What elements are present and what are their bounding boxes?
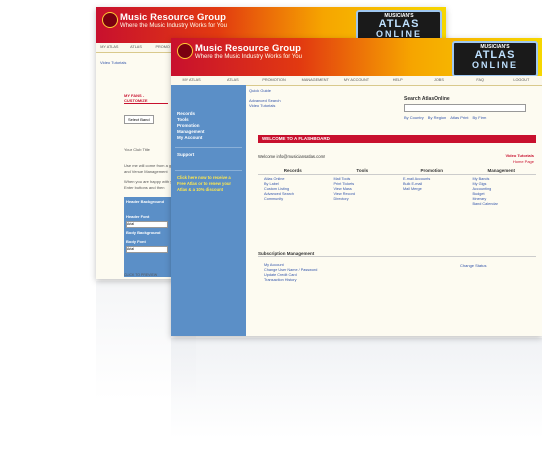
back-brand-name: Music Resource Group	[120, 12, 226, 23]
video-tutorials-header-link[interactable]: Video Tutorials	[505, 153, 534, 158]
quick-guide-link[interactable]: Quick Guide	[249, 88, 271, 93]
change-status-link[interactable]: Change Status	[460, 263, 486, 268]
back-nav-item[interactable]: MY ATLAS	[96, 43, 123, 52]
nav-item[interactable]: MANAGEMENT	[295, 76, 336, 85]
column-link[interactable]: Directory	[328, 197, 398, 202]
back-search-label: Your Club Title	[124, 147, 150, 152]
column-tools: Tools Mail Tools Print Tickets View Mass…	[327, 168, 398, 207]
search-option[interactable]: By Region	[428, 115, 446, 120]
column-title: Tools	[327, 168, 397, 175]
search-options: By Country By Region Atlas Print By Firm	[404, 115, 486, 120]
column-title: Management	[466, 168, 536, 175]
nav-item[interactable]: LOGOUT	[501, 76, 542, 85]
panel-label: Header Background	[126, 199, 165, 204]
back-video-link[interactable]: Video Tutorials	[100, 60, 126, 65]
nav-item[interactable]: MY ATLAS	[171, 76, 212, 85]
back-nav-item[interactable]: ATLAS	[123, 43, 150, 52]
front-header: Music Resource Group Where the Music Ind…	[171, 38, 542, 77]
welcome-banner: WELCOME TO A FLASHBOARD	[258, 135, 536, 143]
search-label: Search AtlasOnline	[404, 96, 450, 102]
nav-item[interactable]: MY ACCOUNT	[336, 76, 377, 85]
column-management: Management My Bands My Gigs Accounting B…	[466, 168, 537, 207]
front-sidebar: Records Tools Promotion Management My Ac…	[171, 85, 246, 336]
column-title: Promotion	[397, 168, 467, 175]
back-body-text-3: When you are happy with your	[124, 179, 179, 184]
nav-item[interactable]: PROMOTION	[253, 76, 294, 85]
nav-item[interactable]: FAQ	[460, 76, 501, 85]
panel-field[interactable]: Arial	[126, 221, 168, 228]
column-link[interactable]: Community	[258, 197, 328, 202]
back-select-button[interactable]: Select Band	[124, 115, 154, 124]
back-footer-1[interactable]: CLICK TO PREVIEW	[124, 273, 157, 277]
welcome-email: Welcome info@musiciansatlas.com!	[258, 154, 326, 159]
panel-field[interactable]: Arial	[126, 246, 168, 253]
column-promotion: Promotion E-mail Accounts Bulk E-mail Ma…	[397, 168, 467, 207]
search-input[interactable]	[404, 104, 526, 112]
reflection-front	[171, 338, 542, 438]
column-title: Records	[258, 168, 328, 175]
panel-label: Body Font	[126, 239, 146, 244]
panel-label: Header Font	[126, 214, 150, 219]
subscription-link[interactable]: Transaction History	[264, 278, 317, 283]
nav-item[interactable]: HELP	[377, 76, 418, 85]
back-body-text-2: and Venue Management	[124, 169, 168, 174]
front-atlas-logo: MUSICIAN'S ATLAS ONLINE	[452, 41, 538, 77]
dashboard-columns: Records Atlas Online By Label Custom Lis…	[258, 168, 536, 207]
back-body-text-4: Enter buttons and then	[124, 185, 165, 190]
search-option[interactable]: By Country	[404, 115, 424, 120]
nav-item[interactable]: ATLAS	[212, 76, 253, 85]
back-style-panel: Header Background Header Font Arial Body…	[124, 197, 172, 277]
search-option[interactable]: By Firm	[473, 115, 487, 120]
screenshot-front: Music Resource Group Where the Music Ind…	[171, 38, 542, 336]
column-link[interactable]: Band Calendar	[467, 202, 537, 207]
back-navbar: MY ATLAS ATLAS PROMO	[96, 43, 176, 53]
home-page-link[interactable]: Home Page	[513, 159, 534, 164]
logo-icon	[177, 43, 193, 59]
search-option[interactable]: Atlas Print	[450, 115, 468, 120]
column-records: Records Atlas Online By Label Custom Lis…	[258, 168, 328, 207]
back-brand-tagline: Where the Music Industry Works for You	[120, 23, 227, 29]
front-brand-name: Music Resource Group	[195, 43, 301, 54]
nav-item[interactable]: JOBS	[418, 76, 459, 85]
subscription-title: Subscription Management	[258, 251, 536, 257]
video-tutorials-link[interactable]: Video Tutorials	[249, 103, 275, 108]
sidebar-promo[interactable]: Click here now to receive a Free Atlas o…	[171, 175, 245, 193]
front-main: Quick Guide Advanced Search Video Tutori…	[246, 85, 542, 336]
subscription-list: My Account Change User Name / Password U…	[264, 263, 317, 283]
logo-icon	[102, 12, 118, 28]
front-brand-tagline: Where the Music Industry Works for You	[195, 54, 302, 60]
column-link[interactable]: Mail Merge	[397, 187, 467, 192]
panel-label: Body Background	[126, 230, 161, 235]
back-title: MY FANS - CUSTOMIZE	[124, 93, 168, 104]
